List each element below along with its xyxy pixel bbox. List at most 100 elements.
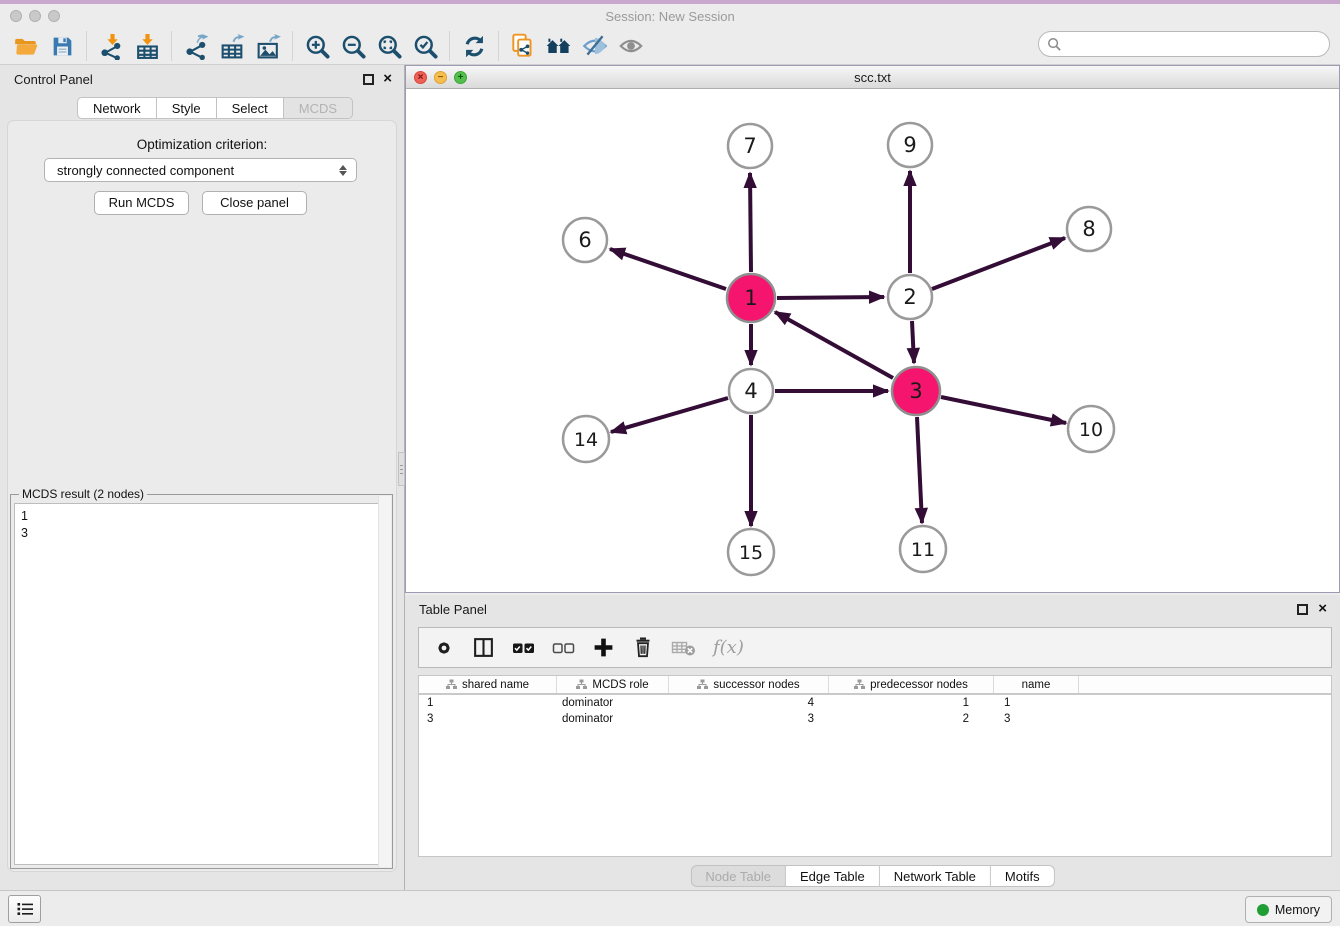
select-all-checkboxes-icon[interactable]: [512, 641, 535, 655]
memory-button[interactable]: Memory: [1245, 896, 1332, 923]
hide-selected-button[interactable]: [577, 29, 613, 63]
svg-text:2: 2: [903, 285, 916, 309]
import-table-button[interactable]: [129, 29, 165, 63]
clone-network-icon: [509, 32, 537, 60]
cell-mcds-role[interactable]: dominator: [557, 695, 669, 711]
edge-1-2[interactable]: [777, 297, 884, 298]
svg-text:7: 7: [743, 134, 756, 158]
tab-node-table[interactable]: Node Table: [690, 865, 786, 887]
cell-successor-nodes[interactable]: 4: [669, 695, 829, 711]
tab-motifs[interactable]: Motifs: [991, 865, 1055, 887]
svg-text:8: 8: [1082, 217, 1095, 241]
zoom-out-button[interactable]: [335, 29, 371, 63]
graph-node-15[interactable]: 15: [728, 529, 774, 575]
table-settings-gear-icon[interactable]: [433, 637, 455, 659]
add-row-plus-icon[interactable]: [592, 636, 615, 659]
close-table-panel-icon[interactable]: [1318, 600, 1327, 617]
clone-network-button[interactable]: [505, 29, 541, 63]
cell-predecessor-nodes[interactable]: 2: [829, 711, 994, 727]
criterion-dropdown[interactable]: strongly connected component: [44, 158, 357, 182]
graph-node-7[interactable]: 7: [728, 124, 772, 168]
column-header-mcds-role[interactable]: MCDS role: [557, 676, 669, 693]
column-label: predecessor nodes: [870, 679, 968, 691]
cell-predecessor-nodes[interactable]: 1: [829, 695, 994, 711]
zoom-out-icon: [340, 33, 367, 60]
cell-shared-name[interactable]: 1: [419, 695, 557, 711]
edge-3-1[interactable]: [775, 312, 893, 378]
toolbar-separator: [292, 31, 293, 61]
graph-node-4[interactable]: 4: [729, 369, 773, 413]
tab-edge-table[interactable]: Edge Table: [786, 865, 880, 887]
export-table-button[interactable]: [214, 29, 250, 63]
mcds-result-title: MCDS result (2 nodes): [19, 487, 147, 501]
edge-3-11[interactable]: [917, 417, 922, 523]
graph-node-2[interactable]: 2: [888, 275, 932, 319]
zoom-in-button[interactable]: [299, 29, 335, 63]
edge-2-8[interactable]: [932, 238, 1065, 289]
import-network-button[interactable]: [93, 29, 129, 63]
control-panel-title: Control Panel: [14, 72, 93, 87]
cell-successor-nodes[interactable]: 3: [669, 711, 829, 727]
save-session-button[interactable]: [44, 29, 80, 63]
cell-shared-name[interactable]: 3: [419, 711, 557, 727]
edge-1-7[interactable]: [750, 173, 751, 272]
network-window-titlebar[interactable]: scc.txt: [406, 66, 1339, 89]
column-header-name[interactable]: name: [994, 676, 1079, 693]
network-canvas[interactable]: 7 9 6 8 1: [406, 89, 1339, 592]
edge-4-14[interactable]: [611, 398, 728, 432]
close-panel-button[interactable]: Close panel: [202, 191, 307, 215]
export-image-button[interactable]: [250, 29, 286, 63]
graph-node-8[interactable]: 8: [1067, 207, 1111, 251]
optimization-criterion-label: Optimization criterion:: [0, 137, 404, 152]
cell-name[interactable]: 3: [994, 711, 1079, 727]
tab-mcds[interactable]: MCDS: [284, 97, 353, 119]
toolbar-separator: [498, 31, 499, 61]
zoom-selected-button[interactable]: [407, 29, 443, 63]
graph-node-14[interactable]: 14: [563, 416, 609, 462]
float-table-panel-icon[interactable]: [1297, 604, 1308, 615]
column-layout-icon[interactable]: [472, 636, 495, 659]
first-neighbors-button[interactable]: [541, 29, 577, 63]
tab-style[interactable]: Style: [157, 97, 217, 119]
table-row[interactable]: 3 dominator 3 2 3: [419, 711, 1331, 727]
graph-node-6[interactable]: 6: [563, 218, 607, 262]
float-panel-icon[interactable]: [363, 74, 374, 85]
show-all-button[interactable]: [613, 29, 649, 63]
search-input[interactable]: [1062, 34, 1329, 54]
deselect-all-checkboxes-icon[interactable]: [552, 641, 575, 655]
cell-name[interactable]: 1: [994, 695, 1079, 711]
graph-node-1-selected[interactable]: 1: [727, 274, 775, 322]
apply-layout-button[interactable]: [456, 29, 492, 63]
graph-node-9[interactable]: 9: [888, 123, 932, 167]
mcds-result-text[interactable]: 1 3: [14, 503, 389, 865]
panel-splitter-handle[interactable]: [398, 452, 405, 486]
close-panel-icon[interactable]: [383, 70, 392, 87]
graph-node-11[interactable]: 11: [900, 526, 946, 572]
export-network-button[interactable]: [178, 29, 214, 63]
function-builder-icon: f(x): [713, 637, 744, 658]
graph-node-3-selected[interactable]: 3: [892, 367, 940, 415]
table-panel-tabs: Node Table Edge Table Network Table Moti…: [690, 865, 1054, 887]
tab-select[interactable]: Select: [217, 97, 284, 119]
tab-network[interactable]: Network: [77, 97, 157, 119]
column-header-successor-nodes[interactable]: successor nodes: [669, 676, 829, 693]
open-session-button[interactable]: [8, 29, 44, 63]
edge-2-3[interactable]: [912, 321, 914, 363]
edge-3-10[interactable]: [941, 397, 1066, 423]
column-header-predecessor-nodes[interactable]: predecessor nodes: [829, 676, 994, 693]
result-scrollbar[interactable]: [378, 496, 391, 867]
edge-1-6[interactable]: [610, 249, 726, 289]
svg-text:1: 1: [744, 286, 757, 310]
run-mcds-button[interactable]: Run MCDS: [94, 191, 189, 215]
table-row[interactable]: 1 dominator 4 1 1: [419, 695, 1331, 711]
table-panel-header: Table Panel: [405, 595, 1340, 623]
task-history-button[interactable]: [8, 895, 41, 923]
zoom-fit-button[interactable]: [371, 29, 407, 63]
zoom-fit-icon: [376, 33, 403, 60]
global-search-field[interactable]: [1038, 31, 1330, 57]
delete-row-trash-icon[interactable]: [632, 636, 654, 659]
tab-network-table[interactable]: Network Table: [880, 865, 991, 887]
graph-node-10[interactable]: 10: [1068, 406, 1114, 452]
column-header-shared-name[interactable]: shared name: [419, 676, 557, 693]
cell-mcds-role[interactable]: dominator: [557, 711, 669, 727]
